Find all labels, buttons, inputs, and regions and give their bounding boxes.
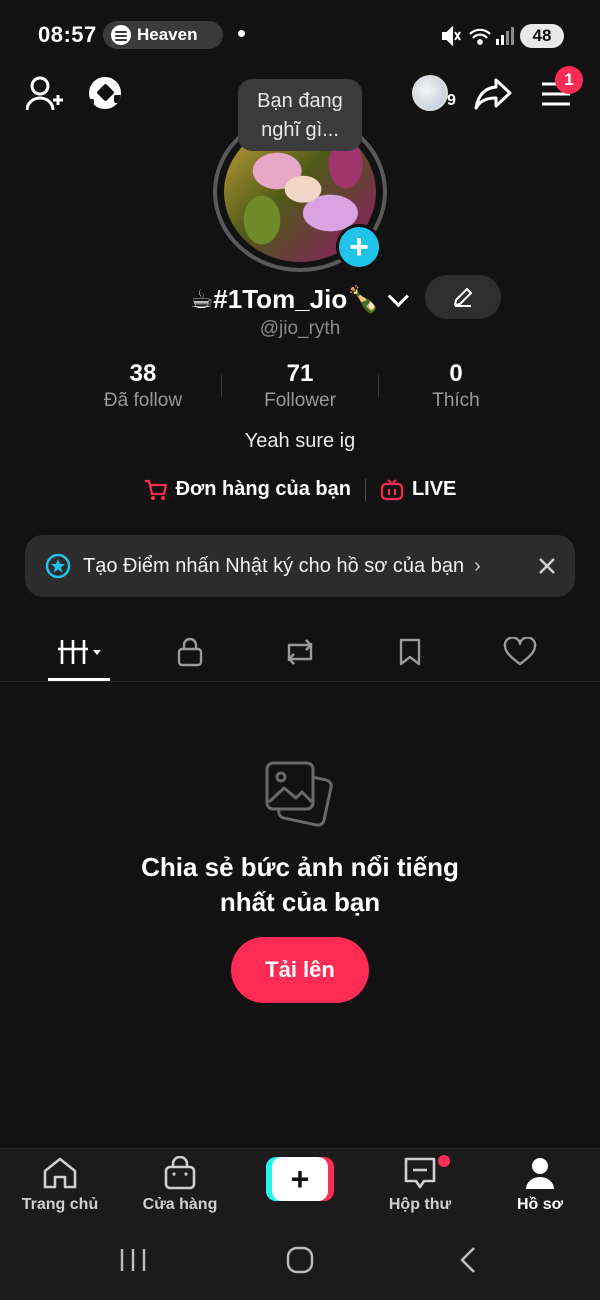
status-icons <box>442 25 514 47</box>
upload-button[interactable]: Tải lên <box>231 937 369 1003</box>
followers-label: Follower <box>264 390 336 411</box>
friends-count: 9 <box>447 92 456 109</box>
banner-text: Tạo Điểm nhấn Nhật ký cho hồ sơ của bạn <box>83 554 465 577</box>
thought-bubble[interactable]: Bạn đang nghĩ gì... <box>238 79 362 151</box>
pencil-icon <box>454 288 472 307</box>
nav-profile[interactable]: Hồ sơ <box>490 1156 590 1214</box>
links-divider <box>364 478 366 501</box>
wifi-icon <box>469 28 491 45</box>
chevron-down-icon <box>387 285 409 307</box>
nav-home[interactable]: Trang chủ <box>10 1156 110 1214</box>
status-time: 08:57 <box>38 22 97 47</box>
signal-icon <box>496 27 514 45</box>
display-name-row[interactable]: ☕#1Tom_Jio🍾 <box>190 280 409 318</box>
create-button[interactable]: + <box>266 1157 334 1201</box>
battery-level: 48 <box>532 26 552 45</box>
orders-link[interactable]: Đơn hàng của bạn <box>144 478 351 501</box>
orders-label: Đơn hàng của bạn <box>175 478 351 500</box>
following-label: Đã follow <box>103 390 183 411</box>
menu-badge: 1 <box>555 66 583 94</box>
stat-following[interactable]: 38 Đã follow <box>65 360 221 412</box>
photos-icon <box>265 761 333 827</box>
heart-icon <box>503 637 537 666</box>
bookmark-icon <box>399 638 421 666</box>
stat-followers[interactable]: 71 Follower <box>222 360 378 412</box>
following-count: 38 <box>129 360 157 387</box>
spotify-icon <box>111 25 131 45</box>
cart-icon <box>144 479 167 500</box>
repost-icon <box>287 639 313 665</box>
nav-home-label: Trang chủ <box>21 1196 99 1213</box>
notification-dot <box>238 30 245 37</box>
home-button-icon[interactable] <box>285 1245 315 1275</box>
star-badge-icon <box>45 553 71 579</box>
inbox-icon <box>404 1157 436 1189</box>
close-icon[interactable] <box>534 553 560 579</box>
media-title: Heaven <box>137 25 198 44</box>
live-link[interactable]: LIVE <box>380 478 456 501</box>
tab-liked[interactable] <box>490 630 550 674</box>
empty-state-title: Chia sẻ bức ảnh nổi tiếng nhất của bạn <box>0 850 600 920</box>
empty-title-line1: Chia sẻ bức ảnh nổi tiếng <box>141 852 459 882</box>
nav-inbox-label: Hộp thư <box>388 1196 452 1213</box>
likes-label: Thích <box>432 390 480 411</box>
nav-shop-label: Cửa hàng <box>142 1196 218 1213</box>
tabs-divider <box>0 681 600 682</box>
back-icon[interactable] <box>456 1245 480 1275</box>
username: @jio_ryth <box>259 318 341 339</box>
followers-count: 71 <box>286 360 314 387</box>
tab-reposts[interactable] <box>270 630 330 674</box>
shopping-bag-icon <box>164 1156 196 1190</box>
friends-avatar[interactable] <box>412 75 448 111</box>
live-tv-icon <box>380 478 404 500</box>
home-icon <box>43 1157 77 1189</box>
mute-icon <box>442 25 461 47</box>
diary-highlight-banner[interactable]: Tạo Điểm nhấn Nhật ký cho hồ sơ của bạn … <box>25 535 575 597</box>
grid-icon <box>58 640 101 664</box>
stat-likes[interactable]: 0 Thích <box>378 360 534 412</box>
battery-indicator: 48 <box>520 24 564 48</box>
tab-posts[interactable] <box>50 630 110 674</box>
plus-icon: + <box>272 1157 328 1201</box>
live-label: LIVE <box>411 478 457 500</box>
add-story-button[interactable]: + <box>336 224 382 270</box>
nav-shop[interactable]: Cửa hàng <box>130 1156 230 1214</box>
add-friend-icon[interactable] <box>26 76 64 112</box>
bio: Yeah sure ig <box>244 430 356 452</box>
profile-links: Đơn hàng của bạn LIVE <box>0 478 600 501</box>
inbox-notification-dot <box>438 1155 450 1167</box>
chevron-right-icon: › <box>474 554 481 577</box>
media-pill[interactable]: Heaven <box>103 21 223 49</box>
nav-profile-label: Hồ sơ <box>516 1196 564 1213</box>
empty-title-line2: nhất của bạn <box>219 887 381 917</box>
edit-profile-button[interactable] <box>425 275 501 319</box>
share-icon[interactable] <box>474 76 512 112</box>
plus-icon: + <box>349 228 369 266</box>
recent-apps-icon[interactable] <box>118 1246 148 1274</box>
tab-private[interactable] <box>160 630 220 674</box>
tab-saved[interactable] <box>380 630 440 674</box>
soccer-ball-icon[interactable] <box>86 74 124 112</box>
display-name: ☕#1Tom_Jio🍾 <box>190 283 380 314</box>
profile-icon <box>526 1158 554 1189</box>
lock-icon <box>177 637 203 667</box>
likes-count: 0 <box>449 360 463 387</box>
nav-inbox[interactable]: Hộp thư <box>370 1156 470 1214</box>
